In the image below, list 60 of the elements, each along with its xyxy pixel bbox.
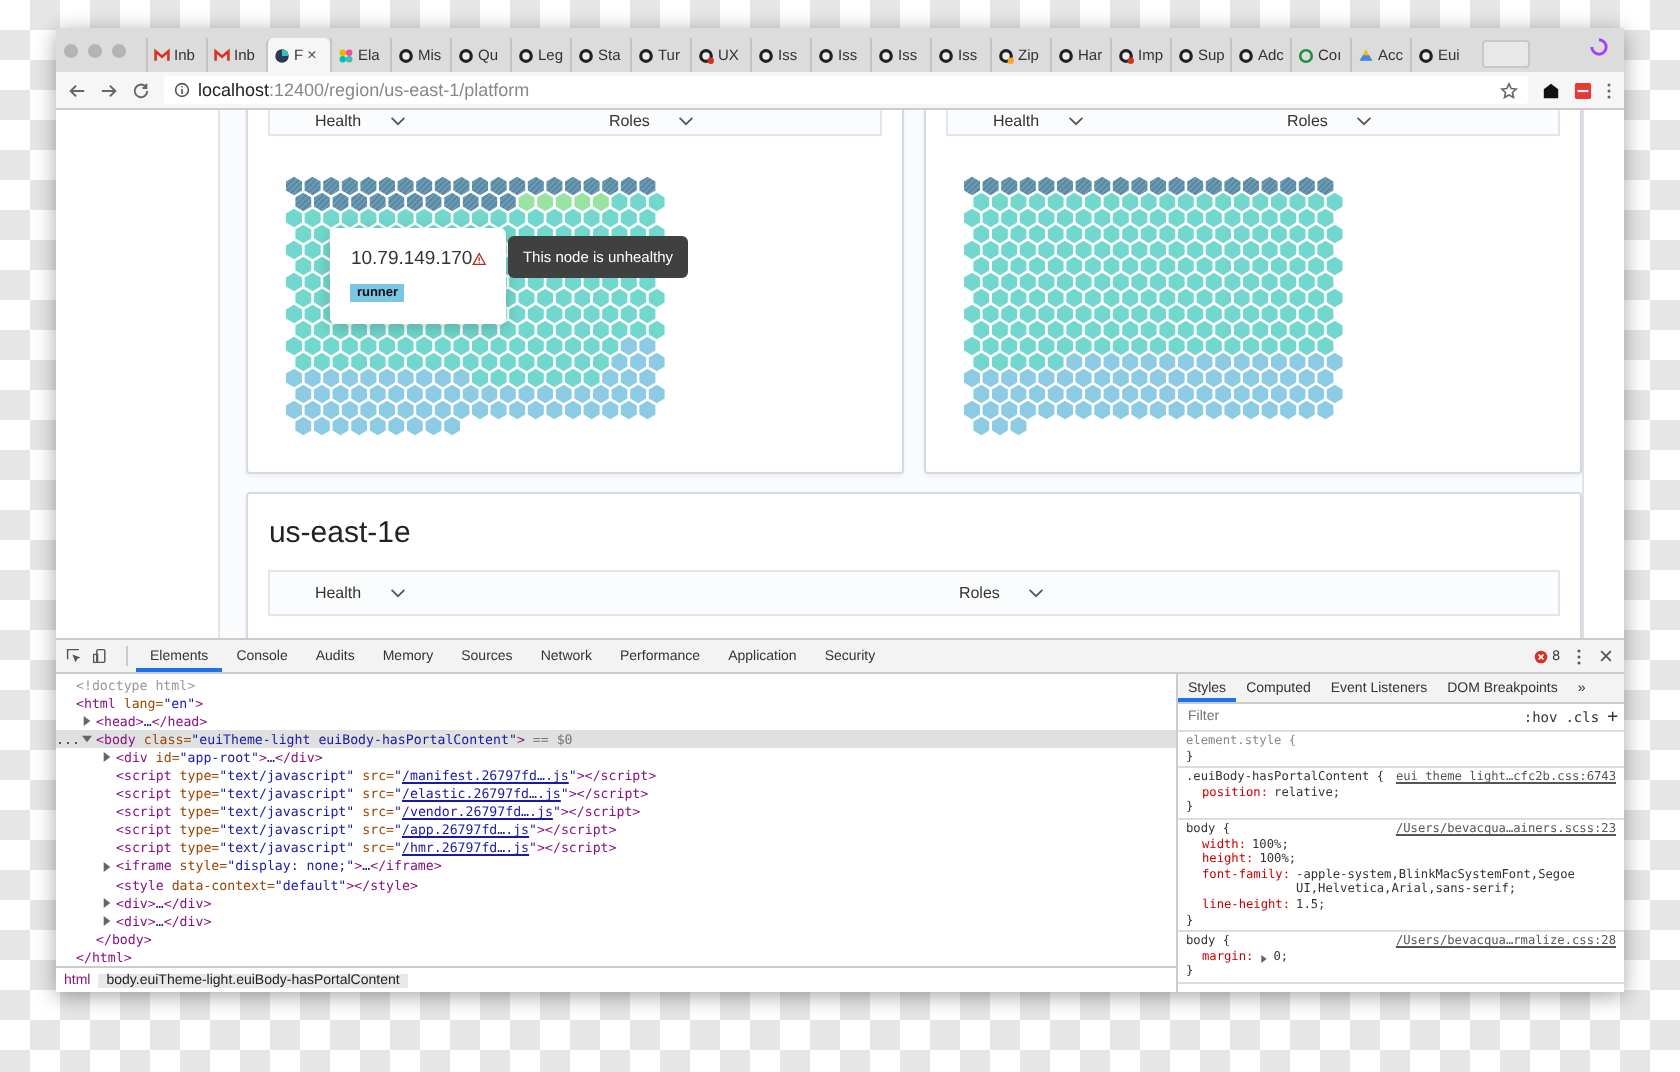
close-tab-button[interactable]: ×: [307, 46, 317, 64]
github-icon: [398, 47, 414, 63]
github-icon: [818, 47, 834, 63]
github-icon: [1118, 47, 1134, 63]
menu-icon[interactable]: [1606, 81, 1612, 99]
github-icon: [1298, 47, 1314, 63]
chevron-down-icon: [1355, 116, 1372, 126]
caret-right-icon[interactable]: [102, 752, 112, 763]
caret-right-icon[interactable]: [102, 898, 112, 909]
caret-right-icon[interactable]: [1259, 953, 1268, 964]
caret-right-icon[interactable]: [102, 916, 112, 927]
chevron-down-icon: [389, 588, 406, 598]
github-icon: [518, 47, 534, 63]
github-icon: [758, 47, 774, 63]
filter-dropdown[interactable]: Health: [992, 112, 1243, 130]
envelope-icon: [154, 47, 170, 63]
github-icon: [1178, 47, 1194, 63]
address-bar[interactable]: localhost:12400/region/us-east-1/platform: [164, 76, 1528, 104]
error-icon: [1534, 649, 1549, 663]
triangle-icon: [1358, 47, 1374, 63]
info-icon[interactable]: [174, 82, 190, 98]
zone-title: us-east-1e: [266, 514, 413, 554]
filter-dropdown[interactable]: Roles: [608, 112, 859, 130]
caret-right-icon[interactable]: [102, 861, 112, 872]
github-icon: [578, 47, 594, 63]
chevron-down-icon: [389, 116, 406, 126]
caret-right-icon[interactable]: [82, 716, 92, 727]
github-icon: [878, 47, 894, 63]
filter-dropdown[interactable]: Health: [314, 584, 915, 602]
star-icon[interactable]: [1500, 81, 1518, 99]
warning-icon[interactable]: [472, 250, 487, 268]
filter-dropdown[interactable]: Roles: [958, 584, 1559, 602]
envelope-icon: [214, 47, 230, 63]
github-icon: [638, 47, 654, 63]
device-icon[interactable]: [92, 648, 108, 664]
menu-icon[interactable]: [1576, 647, 1582, 665]
forward-icon[interactable]: [100, 81, 118, 99]
github-icon: [1238, 47, 1254, 63]
github-icon: [998, 47, 1014, 63]
inspect-icon[interactable]: [66, 648, 82, 664]
chevron-down-icon: [677, 116, 694, 126]
github-icon: [698, 47, 714, 63]
github-icon: [1418, 47, 1434, 63]
node-address: 10.79.149.170: [350, 248, 473, 270]
flower-icon: [338, 47, 354, 63]
filter-dropdown[interactable]: Health: [314, 112, 565, 130]
filter-dropdown[interactable]: Roles: [1286, 112, 1537, 130]
github-icon: [458, 47, 474, 63]
caret-down-icon[interactable]: [82, 734, 92, 745]
spinner-icon: [1590, 37, 1608, 55]
github-icon: [1058, 47, 1074, 63]
reload-icon[interactable]: [132, 81, 150, 99]
add-rule-button[interactable]: +: [1607, 707, 1618, 727]
extension-icon[interactable]: [1542, 81, 1560, 99]
chevron-down-icon: [1027, 588, 1044, 598]
close-icon[interactable]: [1598, 648, 1614, 664]
chevron-down-icon: [1067, 116, 1084, 126]
logo-icon: [274, 47, 290, 63]
back-icon[interactable]: [68, 81, 86, 99]
github-icon: [938, 47, 954, 63]
